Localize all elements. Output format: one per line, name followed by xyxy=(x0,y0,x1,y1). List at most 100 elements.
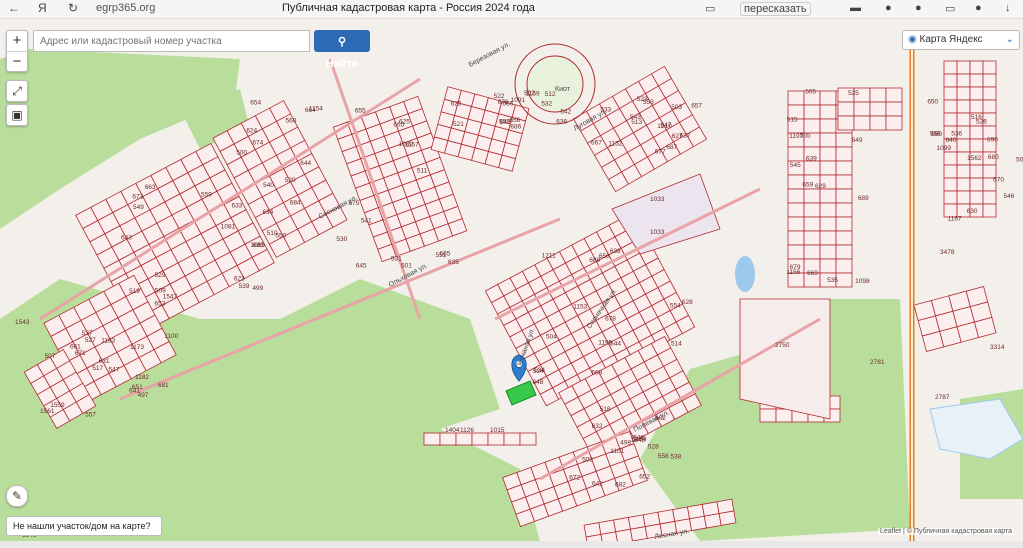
parcel xyxy=(982,190,997,205)
parcel-number: 680 xyxy=(988,154,999,161)
parcel-number: 1182 xyxy=(135,374,149,381)
parcel xyxy=(787,216,805,232)
parcel-number: 665 xyxy=(393,121,404,128)
parcel-number: 659 xyxy=(802,182,813,189)
parcel-number: 1404 xyxy=(445,427,460,434)
parcel-number: 633 xyxy=(231,202,242,209)
parcel xyxy=(943,177,958,192)
parcel-number: 507 xyxy=(45,353,56,360)
parcel xyxy=(943,60,958,75)
zoom-in-button[interactable]: + xyxy=(7,31,27,52)
parcel-number: 530 xyxy=(336,236,347,243)
parcel xyxy=(982,99,997,114)
parcel xyxy=(943,190,958,205)
measure-icon[interactable]: ⤢ xyxy=(6,80,28,102)
parcel-number: 686 xyxy=(510,124,521,131)
parcel xyxy=(956,86,971,101)
back-icon[interactable]: ← xyxy=(8,1,20,15)
browser-toolbar: ← Я ↻ egrp365.org Публичная кадастровая … xyxy=(0,0,1023,19)
parcel-number: 555 xyxy=(800,133,811,140)
parcel-number: 1033 xyxy=(650,229,665,236)
parcel xyxy=(943,151,958,166)
parcel-number: 560 xyxy=(286,117,297,124)
parcel-number: 511 xyxy=(417,167,428,174)
parcel-number: 669 xyxy=(807,270,818,277)
parcel-number: 538 xyxy=(670,454,681,461)
reload-icon[interactable]: ↻ xyxy=(68,1,78,15)
parcel xyxy=(629,526,648,541)
print-icon[interactable]: ▣ xyxy=(6,104,28,126)
parcel xyxy=(819,118,837,134)
parcel-number: 539 xyxy=(239,283,250,290)
parcel xyxy=(819,216,837,232)
parcel-number: 1081 xyxy=(221,223,236,230)
parcel xyxy=(787,230,805,246)
translate-button[interactable]: пересказать xyxy=(740,2,811,16)
parcel-number: 634 xyxy=(262,209,273,216)
parcel xyxy=(803,160,821,176)
parcel xyxy=(803,202,821,218)
parcel xyxy=(969,190,984,205)
parcel xyxy=(803,216,821,232)
parcel-number: 535 xyxy=(827,277,838,284)
parcel-number: 553 xyxy=(643,99,654,106)
extension-icon[interactable]: ● xyxy=(915,2,922,14)
parcel xyxy=(982,86,997,101)
parcel xyxy=(775,408,793,423)
map-attribution: Leaflet | © Публичная кадастровая карта xyxy=(878,528,1014,535)
parcel-number: 632 xyxy=(592,423,603,430)
search-input[interactable] xyxy=(33,30,310,52)
extension-icon[interactable]: ● xyxy=(975,2,982,14)
parcel-number: 684 xyxy=(290,199,301,206)
parcel xyxy=(787,244,805,260)
parcel xyxy=(819,160,837,176)
parcel-number: 652 xyxy=(639,474,650,481)
download-icon[interactable]: ↓ xyxy=(1005,2,1011,14)
parcel-number: 658 xyxy=(599,253,610,260)
map-svg[interactable]: КиотБерезовая ул.Сосновая ул.Ольховая ул… xyxy=(0,19,1023,541)
parcel xyxy=(835,202,853,218)
parcel-number: 1033 xyxy=(650,196,665,203)
parcel xyxy=(819,90,837,106)
parcel xyxy=(969,138,984,153)
layer-select[interactable]: ◉ Карта Яндекс ⌄ xyxy=(902,30,1020,50)
parcel xyxy=(956,177,971,192)
extension-icon[interactable]: ● xyxy=(885,2,892,14)
url-field[interactable]: egrp365.org xyxy=(96,2,155,14)
search-button[interactable]: ⚲ Найти xyxy=(314,30,370,70)
search-button-label: Найти xyxy=(325,58,359,70)
edit-icon[interactable]: ✎ xyxy=(6,485,28,507)
parcel-number: 543 xyxy=(630,114,641,121)
parcel-number: 1167 xyxy=(948,215,962,222)
parcel-number: 644 xyxy=(300,160,311,167)
parcel-number: 547 xyxy=(109,367,120,374)
parcel xyxy=(943,86,958,101)
parcel xyxy=(835,160,853,176)
parcel xyxy=(969,164,984,179)
zoom-out-button[interactable]: − xyxy=(7,52,27,72)
parcel xyxy=(982,60,997,75)
parcel-number: 528 xyxy=(648,443,659,450)
parcel-number: 2750 xyxy=(775,342,790,349)
parcel-number: 637 xyxy=(680,132,691,139)
parcel xyxy=(718,510,737,526)
parcel-number: 500 xyxy=(236,149,247,156)
parcel-number: 520 xyxy=(285,177,296,184)
parcel-number: 527 xyxy=(85,337,96,344)
parcel xyxy=(803,244,821,260)
parcel xyxy=(869,115,887,131)
map-canvas[interactable]: Киот Березовая ул. Сосновая ул. Ольховая ул… xyxy=(0,19,1023,541)
extension-icon[interactable]: ▬ xyxy=(850,2,861,14)
not-found-link[interactable]: Не нашли участок/дом на карте? xyxy=(6,516,162,536)
parcel-number: 556 xyxy=(930,130,941,137)
parcel-number: 525 xyxy=(848,90,859,97)
bookmark-icon[interactable]: ▭ xyxy=(705,2,715,15)
parcel-number: 497 xyxy=(138,392,149,399)
parcel xyxy=(969,125,984,140)
yandex-icon[interactable]: Я xyxy=(38,1,47,15)
parcel-number: 628 xyxy=(682,299,693,306)
parcel-number: 533 xyxy=(600,107,611,114)
parcel-number: 645 xyxy=(356,262,367,269)
parcel-number: 514 xyxy=(671,341,682,348)
parcel-number: 688 xyxy=(589,257,600,264)
